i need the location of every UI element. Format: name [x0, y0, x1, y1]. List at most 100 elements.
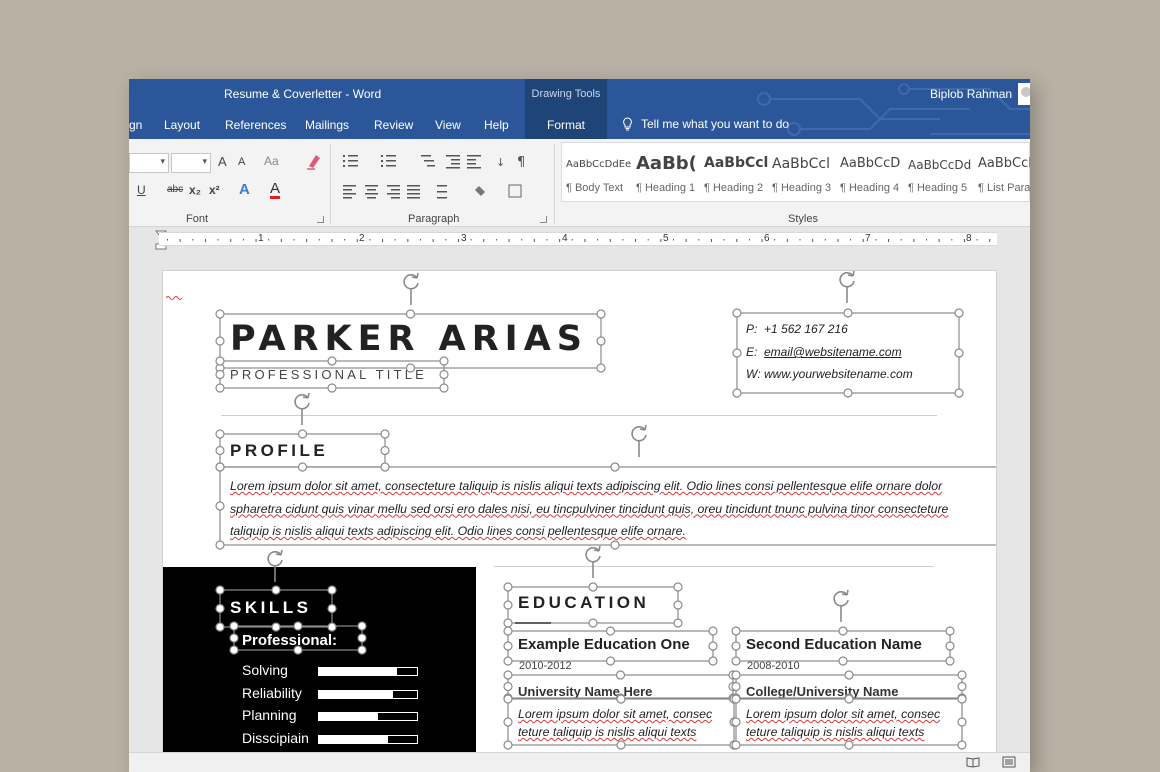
print-layout-icon[interactable]: [1002, 756, 1016, 768]
skills-subheading[interactable]: Professional:: [242, 632, 337, 649]
ruler-number: 8: [966, 233, 972, 244]
contact-website[interactable]: W: www.yourwebsitename.com: [746, 367, 913, 381]
styles-gallery: AaBbCcDdEe ¶ Body Text AaBb( ¶ Heading 1…: [561, 142, 1030, 202]
font-color-button[interactable]: A: [270, 181, 281, 199]
style-heading-4[interactable]: AaBbCcD ¶ Heading 4: [836, 143, 904, 201]
style-body-text[interactable]: AaBbCcDdEe ¶ Body Text: [562, 143, 631, 201]
education-accent-line: [515, 622, 551, 624]
education-years[interactable]: 2008-2010: [747, 660, 800, 672]
resize-handle: [215, 462, 225, 472]
tab-review[interactable]: Review: [374, 118, 413, 132]
grow-font-button[interactable]: A: [218, 154, 227, 169]
font-size-dropdown[interactable]: [171, 153, 211, 173]
style-heading-1[interactable]: AaBb( ¶ Heading 1: [632, 143, 700, 201]
skill-label[interactable]: Solving: [242, 662, 288, 678]
paragraph-group-label: Paragraph: [408, 213, 460, 225]
skill-label[interactable]: Planning: [242, 707, 297, 723]
resize-handle: [673, 582, 683, 592]
resize-handle: [615, 670, 626, 680]
education-heading[interactable]: EDUCATION: [518, 593, 649, 613]
profile-text[interactable]: Lorem ipsum dolor sit amet, consecteture…: [230, 475, 950, 543]
group-separator: [554, 144, 555, 224]
education-description[interactable]: Lorem ipsum dolor sit amet, consec tetur…: [518, 705, 728, 741]
professional-title[interactable]: PROFESSIONAL TITLE: [230, 367, 427, 382]
style-list-paragraph[interactable]: AaBbCcl ¶ List Para: [974, 143, 1030, 201]
resize-handle: [729, 740, 739, 750]
clear-formatting-icon[interactable]: [306, 152, 322, 170]
education-school[interactable]: University Name Here: [518, 684, 652, 699]
svg-text:¶: ¶: [517, 155, 525, 170]
svg-text:↓: ↓: [496, 156, 505, 169]
tell-me-label: Tell me what you want to do: [641, 117, 790, 131]
skill-bar-fill: [319, 713, 378, 720]
profile-heading[interactable]: PROFILE: [230, 441, 328, 461]
resize-handle: [731, 656, 741, 666]
resize-handle: [954, 308, 964, 318]
skill-label[interactable]: Disscipiain: [242, 730, 309, 746]
resize-handle: [215, 445, 225, 456]
rotate-handle-icon: [294, 392, 310, 410]
resize-handle: [731, 670, 741, 680]
user-name[interactable]: Biplob Rahman: [930, 87, 1012, 101]
skill-bar[interactable]: [318, 712, 418, 721]
resize-handle: [673, 600, 683, 610]
tell-me-search[interactable]: Tell me what you want to do: [622, 117, 789, 131]
rotate-handle-icon: [839, 271, 855, 288]
read-mode-icon[interactable]: [966, 756, 980, 768]
resize-handle: [596, 309, 606, 319]
style-heading-2[interactable]: AaBbCcl ¶ Heading 2: [700, 143, 768, 201]
resize-handle: [215, 383, 225, 393]
resume-name[interactable]: PARKER ARIAS: [230, 319, 588, 359]
skill-bar[interactable]: [318, 690, 418, 699]
resize-handle: [605, 656, 616, 666]
resize-handle: [297, 429, 308, 439]
style-heading-3[interactable]: AaBbCcl ¶ Heading 3: [768, 143, 836, 201]
contact-email[interactable]: E: email@websitename.com: [746, 345, 902, 359]
resize-handle: [731, 694, 741, 704]
superscript-button[interactable]: x²: [209, 183, 220, 197]
horizontal-ruler[interactable]: 1 2 3 4 5 6 7 8: [159, 232, 997, 246]
document-page[interactable]: PARKER ARIAS PROFESSIONAL TITLE P: +1 562…: [162, 270, 997, 772]
font-dialog-launcher[interactable]: [317, 216, 324, 223]
resize-handle: [380, 445, 390, 456]
font-group-label: Font: [186, 213, 209, 225]
skill-bar[interactable]: [318, 667, 418, 676]
resize-handle: [380, 462, 390, 472]
skills-heading[interactable]: SKILLS: [230, 598, 311, 618]
style-heading-5[interactable]: AaBbCcDd ¶ Heading 5: [904, 143, 972, 201]
resize-handle: [731, 641, 741, 651]
tab-format[interactable]: Format: [547, 118, 585, 132]
education-name[interactable]: Second Education Name: [746, 636, 922, 653]
change-case-button[interactable]: Aa: [264, 154, 279, 168]
tab-help[interactable]: Help: [484, 118, 509, 132]
education-years[interactable]: 2010-2012: [519, 660, 572, 672]
paragraph-dialog-launcher[interactable]: [540, 216, 547, 223]
font-name-dropdown[interactable]: [129, 153, 169, 173]
rotate-handle-icon: [403, 272, 419, 290]
tab-references[interactable]: References: [225, 118, 286, 132]
contact-phone[interactable]: P: +1 562 167 216: [746, 322, 848, 336]
resize-handle: [503, 694, 513, 704]
skill-label[interactable]: Reliability: [242, 685, 302, 701]
tab-layout[interactable]: Layout: [164, 118, 200, 132]
education-school[interactable]: College/University Name: [746, 684, 898, 699]
resize-handle: [588, 618, 598, 628]
resize-handle: [957, 693, 967, 703]
resize-handle: [731, 693, 741, 703]
profile-divider: [494, 566, 934, 567]
alignment-icons[interactable]: [341, 182, 531, 200]
resize-handle: [957, 681, 967, 692]
tab-mailings[interactable]: Mailings: [305, 118, 349, 132]
text-effects-button[interactable]: A: [239, 181, 250, 198]
subscript-button[interactable]: x₂: [189, 183, 201, 197]
skill-bar[interactable]: [318, 735, 418, 744]
education-description[interactable]: Lorem ipsum dolor sit amet, consec tetur…: [746, 705, 956, 741]
strikethrough-button[interactable]: abc: [167, 184, 183, 195]
avatar[interactable]: [1018, 83, 1030, 105]
tab-view[interactable]: View: [435, 118, 461, 132]
list-and-indent-icons[interactable]: ↓ ¶: [341, 152, 531, 170]
underline-button[interactable]: U: [137, 183, 146, 197]
shrink-font-button[interactable]: A: [238, 156, 245, 168]
education-name[interactable]: Example Education One: [518, 636, 690, 653]
tab-design[interactable]: gn: [129, 118, 142, 132]
